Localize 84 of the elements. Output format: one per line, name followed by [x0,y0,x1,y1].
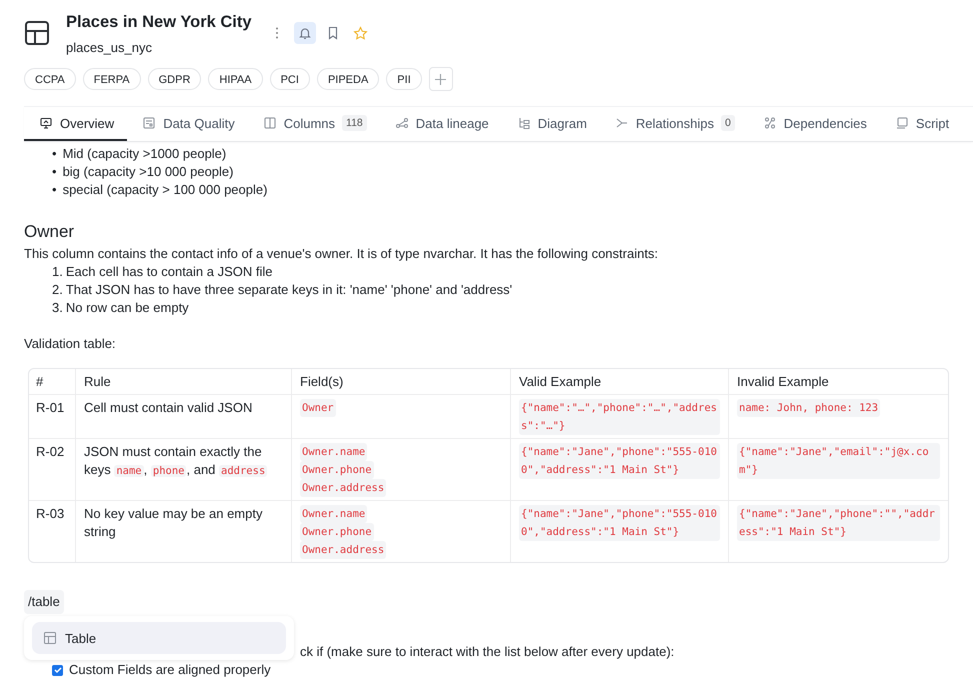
tab-label: Columns [284,116,336,130]
paragraph: Validation table: [24,335,117,353]
list-marker: 3. [52,299,63,317]
field-code: Owner.address [300,479,386,497]
page-title: Places in New York City [66,12,252,32]
table-cell: R-02 [29,439,76,501]
list-marker: • [52,163,57,181]
list-item: Mid (capacity >1000 people) [62,145,226,163]
code-example: {"name":"Jane","phone":"","address":"1 Main St"} [737,505,940,541]
table-icon [24,20,50,46]
add-tag-button[interactable] [428,67,453,91]
tag-chip[interactable]: PIPEDA [316,68,380,90]
bell-icon[interactable] [294,22,316,44]
tab[interactable]: Columns 118 [248,107,380,141]
table-name: places_us_nyc [66,40,153,55]
field-code: Owner.name [300,505,368,523]
list-item: No row can be empty [66,299,189,317]
tag-chip[interactable]: FERPA [82,68,141,90]
checkbox[interactable] [52,664,63,676]
nodes-icon [762,116,777,130]
list-marker: • [52,181,57,199]
tag-chip[interactable]: PCI [270,68,310,90]
tag-chip[interactable]: HIPAA [208,68,263,90]
column-header: Valid Example [511,369,729,395]
field-code: Owner.phone [300,523,374,541]
code-example: {"name":"Jane","phone":"555-0100","address":"1 Main St"} [519,443,720,479]
code-example: {"name":"Jane","phone":"555-0100","address":"1 Main St"} [519,505,720,541]
list-marker: • [52,145,57,163]
tab-label: Overview [60,116,114,130]
column-header: # [29,369,76,395]
field-code: Owner.address [300,541,386,559]
column-header: Rule [76,369,292,395]
tab[interactable]: Dependencies [748,107,880,141]
list-marker: 1. [52,263,63,281]
tab[interactable]: Overview [24,107,128,141]
tab-label: Diagram [538,116,587,130]
field-code: Owner [300,399,336,417]
code-example: name: John, phone: 123 [737,399,880,417]
field-code: Owner.phone [300,461,374,479]
columns-icon [262,116,277,130]
checklist-label: Custom Fields are aligned properly [69,661,271,679]
tab[interactable]: Relationships 0 [600,107,748,141]
code-example: {"name":"Jane","email":"j@x.com"} [737,443,940,479]
paragraph: This column contains the contact info of a venue's owner. It is of type nvarchar. It has the following constraints: [24,245,660,263]
menu-item[interactable]: Table [32,622,286,654]
table-cell: JSON must contain exactly the keys name, phone, and address [76,439,292,501]
tab-label: Relationships [636,116,714,130]
table-cell: R-01 [29,395,76,439]
command-text: /table [24,590,64,614]
tab-label: Dependencies [784,116,867,130]
tab[interactable]: Data lineage [380,107,502,141]
monitor-icon [39,116,53,130]
code-example: {"name":"…","phone":"…","address":"…"} [519,399,720,435]
tag-chip[interactable]: GDPR [148,68,202,90]
tab[interactable]: Script [880,107,962,141]
column-header: Field(s) [292,369,511,395]
branch-icon [614,116,629,130]
tab[interactable]: Data Quality [127,107,248,141]
plus-icon [435,74,446,84]
tab[interactable]: Diagram [502,107,600,141]
count-badge: 118 [342,115,367,131]
list-item: Each cell has to contain a JSON file [66,263,273,281]
table-cell: No key value may be an empty string [76,501,292,562]
list-marker: 2. [52,281,63,299]
tab-label: Script [916,116,950,130]
tag-chip[interactable]: CCPA [24,68,76,90]
paragraph: ck if (make sure to interact with the list below after every update): [300,643,676,661]
laptop-icon [894,116,909,130]
list-item: special (capacity > 100 000 people) [62,181,268,199]
tab-label: Data lineage [416,116,489,130]
column-header: Invalid Example [729,369,948,395]
table-cell: R-03 [29,501,76,562]
table-icon [44,632,56,644]
tag-chip[interactable]: PII [386,68,422,90]
list-item: That JSON has to have three separate keys in it: 'name' 'phone' and 'address' [66,281,512,299]
field-code: Owner.name [300,443,368,461]
count-badge: 0 [720,115,735,131]
section-heading: Owner [24,221,76,243]
report-icon [142,116,156,130]
table-cell: Cell must contain valid JSON [76,395,292,439]
list-item: big (capacity >10 000 people) [62,163,234,181]
nodes-icon [394,116,409,130]
tree-icon [516,116,531,130]
tab-label: Data Quality [163,116,235,130]
